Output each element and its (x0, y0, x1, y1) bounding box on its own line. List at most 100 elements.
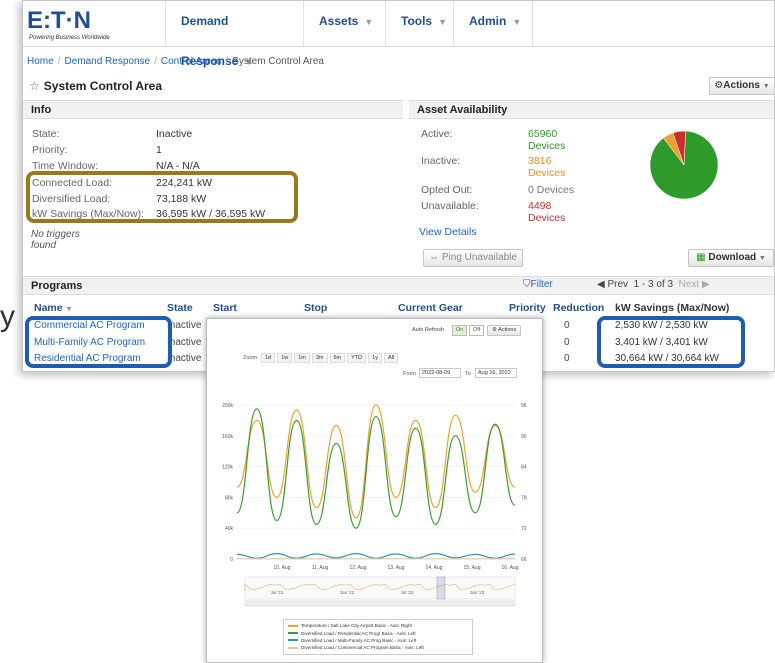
y-tick-label-right: 72 (521, 526, 527, 532)
y-tick-label-left: 160k (222, 434, 233, 440)
no-triggers-text: No triggers found (31, 229, 80, 251)
navigator-selection (436, 576, 446, 600)
chevron-down-icon: ▼ (364, 17, 374, 27)
filter-button[interactable]: ⛉Filter (523, 279, 553, 290)
zoom-all-button[interactable]: All (383, 353, 399, 363)
chevron-down-icon: ▼ (762, 83, 770, 90)
zoom-1w-button[interactable]: 1w (277, 353, 293, 363)
x-tick-label: 14. Aug (426, 565, 443, 571)
col-kw-savings[interactable]: kW Savings (Max/Now) (615, 302, 729, 314)
next-arrow-icon[interactable]: ▶ (702, 279, 710, 290)
gear-icon: ⚙ (492, 327, 497, 333)
pager-prev[interactable]: Prev (607, 279, 628, 290)
trend-line-chart: 0 40k 80k 120k 160k 200k 66 72 78 84 90 96 10. Aug 11… (222, 403, 527, 607)
nav-demand-response[interactable]: Demand Response ▼ (165, 1, 303, 68)
auto-refresh-off-toggle[interactable]: Off (469, 325, 485, 336)
trend-chart-popup: Auto Refresh On Off ⚙ Actions Zoom 1d 1w… (206, 318, 543, 663)
from-date-input[interactable]: 2022-08-09 (419, 368, 461, 378)
unavailable-count: 4498 Devices (528, 200, 566, 224)
chart-actions-button[interactable]: ⚙ Actions (487, 325, 522, 336)
zoom-3m-button[interactable]: 3m (311, 353, 328, 363)
legend-item[interactable]: Diversified Load / Residential AC Progr … (288, 629, 468, 636)
eaton-logo: E:T·N Powering Business Worldwide (27, 7, 110, 41)
inactive-label: Inactive: (421, 155, 461, 167)
x-tick-label: 12. Aug (350, 565, 367, 571)
logo-tagline: Powering Business Worldwide (29, 35, 110, 41)
priority-value: 1 (156, 144, 162, 156)
from-label: From (403, 371, 416, 377)
cropped-text-fragment: y (0, 300, 15, 333)
program-reduction: 0 (564, 353, 570, 364)
y-tick-label-right: 96 (521, 403, 527, 409)
pager-next[interactable]: Next (679, 279, 700, 290)
download-label: Download (708, 252, 757, 263)
program-reduction: 0 (564, 337, 570, 348)
nav-label: Tools (401, 14, 433, 28)
chart-legend: Temperature / Salt Lake City Airport Bas… (283, 619, 473, 655)
ping-icon: ⇔ (429, 252, 440, 263)
info-heading: Info (23, 100, 403, 119)
opted-out-label: Opted Out: (421, 184, 473, 196)
to-label: To (465, 371, 471, 377)
x-tick-label: 16. Aug (502, 565, 519, 571)
prev-arrow-icon[interactable]: ◀ (597, 279, 605, 290)
col-priority[interactable]: Priority (509, 302, 546, 314)
zoom-1y-button[interactable]: 1y (368, 353, 382, 363)
gear-icon: ⚙ (714, 80, 724, 91)
zoom-1d-button[interactable]: 1d (261, 353, 276, 363)
col-name[interactable]: Name ▼ (34, 302, 72, 314)
nav-tools[interactable]: Tools ▼ (385, 1, 453, 47)
ping-unavailable-button[interactable]: ⇔ Ping Unavailable (423, 249, 523, 267)
inactive-count: 3816 Devices (528, 155, 566, 179)
navigator-scrollbar (244, 600, 516, 607)
series-line (236, 408, 516, 529)
program-state: Inactive (167, 337, 202, 348)
y-tick-label-right: 90 (521, 434, 527, 440)
auto-refresh-on-toggle[interactable]: On (452, 325, 468, 336)
legend-item[interactable]: Diversified Load / Multi-Family AC Prog … (288, 637, 468, 644)
page-title-text: System Control Area (43, 79, 163, 93)
navigator-label: Jul '21 (271, 590, 284, 595)
pager-range: 1 - 3 of 3 (633, 279, 674, 290)
col-stop[interactable]: Stop (304, 302, 327, 314)
breadcrumb-demand-response[interactable]: Demand Response (64, 56, 150, 67)
x-tick-label: 11. Aug (312, 565, 329, 571)
pager: ◀ Prev 1 - 3 of 3 Next ▶ (597, 279, 710, 290)
col-start[interactable]: Start (213, 302, 237, 314)
view-details-link[interactable]: View Details (419, 226, 477, 238)
zoom-selector: Zoom 1d 1w 1m 3m 6m YTD 1y All (243, 353, 399, 363)
breadcrumb-control-areas[interactable]: Control Areas (161, 56, 222, 67)
load-highlight-box (26, 171, 298, 223)
legend-item[interactable]: Diversified Load / Commercial AC Program… (288, 644, 468, 651)
chevron-down-icon: ▼ (512, 17, 522, 27)
zoom-ytd-button[interactable]: YTD (347, 353, 367, 363)
to-date-input[interactable]: Aug 16, 2022 (475, 368, 517, 378)
col-current-gear[interactable]: Current Gear (398, 302, 463, 314)
download-button[interactable]: ▦ Download ▼ (688, 249, 774, 267)
program-state: Inactive (167, 320, 202, 331)
breadcrumb-home[interactable]: Home (27, 56, 54, 67)
y-tick-label-left: 200k (222, 403, 233, 409)
star-icon[interactable]: ☆ (29, 79, 40, 93)
x-tick-label: 13. Aug (388, 565, 405, 571)
y-tick-label-left: 0 (230, 557, 233, 563)
savings-highlight-box (597, 316, 745, 368)
x-tick-label: 15. Aug (464, 565, 481, 571)
ping-label: Ping Unavailable (441, 252, 517, 263)
nav-admin[interactable]: Admin ▼ (453, 1, 533, 47)
actions-button[interactable]: ⚙Actions ▼ (709, 77, 774, 95)
zoom-1m-button[interactable]: 1m (294, 353, 310, 363)
app-window: E:T·N Powering Business Worldwide Demand… (22, 0, 775, 372)
nav-assets[interactable]: Assets ▼ (303, 1, 385, 47)
top-navigation: E:T·N Powering Business Worldwide Demand… (23, 1, 774, 68)
col-state[interactable]: State (167, 302, 193, 314)
y-tick-label-left: 40k (225, 526, 234, 532)
zoom-6m-button[interactable]: 6m (329, 353, 346, 363)
col-reduction[interactable]: Reduction (553, 302, 604, 314)
y-tick-label-left: 80k (225, 495, 234, 501)
logo-wordmark: E:T·N (27, 7, 91, 34)
program-state: Inactive (167, 353, 202, 364)
opted-out-count: 0 Devices (528, 184, 575, 196)
breadcrumb: Home / Demand Response / Control Areas / Syste… (27, 56, 324, 67)
legend-item[interactable]: Temperature / Salt Lake City Airport Bas… (288, 622, 468, 629)
